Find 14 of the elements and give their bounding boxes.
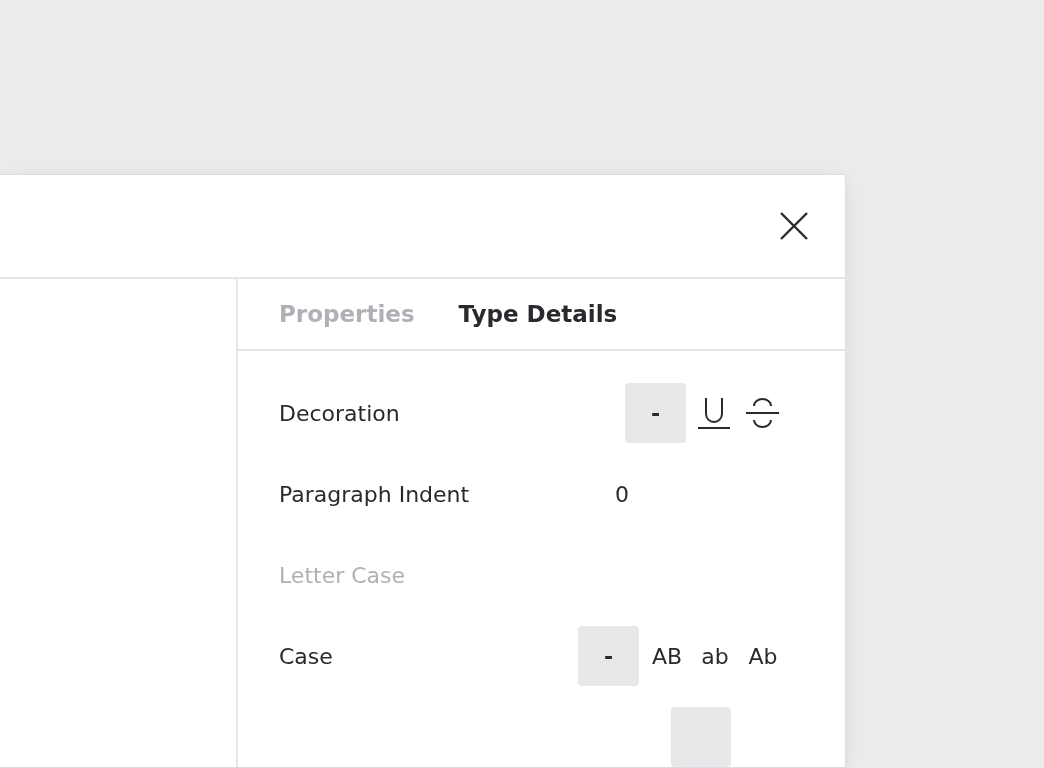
paragraph-indent-value[interactable]: 0	[615, 481, 629, 507]
tab[interactable]: Type Details	[458, 301, 618, 327]
section-heading: Letter Case	[279, 561, 407, 590]
case-label: Case	[279, 643, 334, 669]
paragraph-indent-label: Paragraph Indent	[279, 481, 471, 507]
decoration-option[interactable]: -	[625, 383, 686, 443]
case-option[interactable]: ab	[695, 626, 735, 686]
case-option[interactable]: Ab	[743, 626, 783, 686]
case-option[interactable]: -	[578, 626, 639, 686]
underline-icon	[698, 396, 730, 430]
decoration-label: Decoration	[279, 400, 401, 426]
case-option[interactable]: AB	[647, 626, 687, 686]
strikethrough-icon	[746, 398, 779, 428]
close-icon[interactable]	[779, 211, 809, 241]
